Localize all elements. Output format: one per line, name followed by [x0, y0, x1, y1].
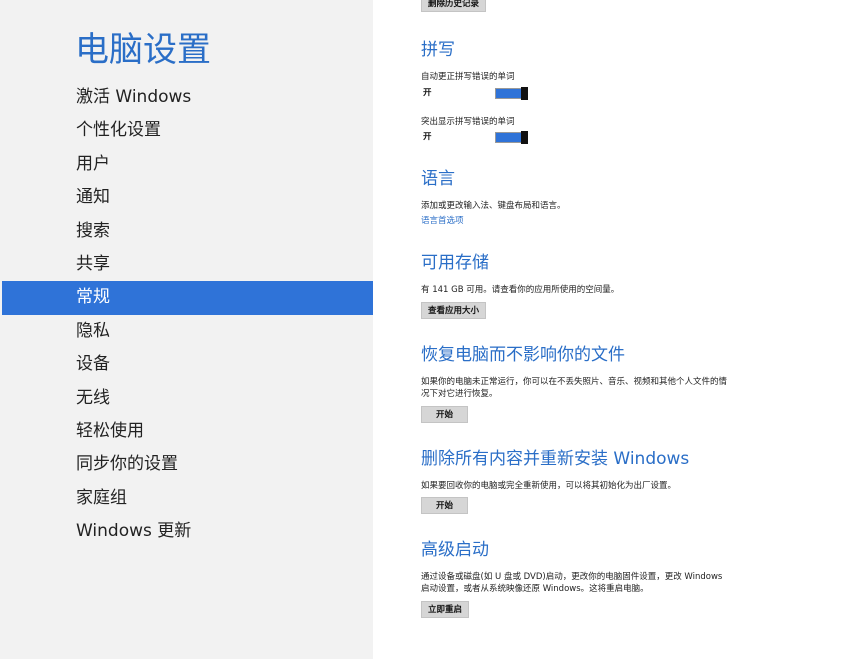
refresh-description-line2: 况下对它进行恢复。: [421, 389, 498, 399]
refresh-pc-heading: 恢复电脑而不影响你的文件: [421, 345, 625, 365]
autocorrect-label: 自动更正拼写错误的单词: [421, 72, 515, 82]
sidebar-item-homegroup[interactable]: 家庭组: [0, 482, 373, 515]
language-preferences-link[interactable]: 语言首选项: [421, 216, 464, 227]
toggle-knob: [521, 131, 528, 144]
language-description: 添加或更改输入法、键盘布局和语言。: [421, 201, 566, 211]
spelling-heading: 拼写: [421, 40, 455, 60]
page-title: 电脑设置: [75, 30, 211, 70]
autocorrect-state: 开: [423, 88, 432, 98]
storage-heading: 可用存储: [421, 253, 489, 273]
sidebar-item-sync-settings[interactable]: 同步你的设置: [0, 448, 373, 481]
advanced-description-line1: 通过设备或磁盘(如 U 盘或 DVD)启动，更改你的电脑固件设置，更改 Wind…: [421, 572, 723, 582]
highlight-misspelled-toggle[interactable]: [495, 131, 528, 144]
storage-description: 有 141 GB 可用。请查看你的应用所使用的空间量。: [421, 285, 620, 295]
highlight-misspelled-label: 突出显示拼写错误的单词: [421, 117, 515, 127]
reset-description: 如果要回收你的电脑或完全重新使用，可以将其初始化为出厂设置。: [421, 481, 677, 491]
sidebar-item-general[interactable]: 常规: [2, 281, 373, 315]
reset-start-button[interactable]: 开始: [421, 497, 468, 514]
sidebar: 电脑设置 激活 Windows 个性化设置 用户 通知 搜索 共享 常规 隐私 …: [0, 0, 373, 659]
view-app-sizes-button[interactable]: 查看应用大小: [421, 302, 487, 319]
sidebar-item-wireless[interactable]: 无线: [0, 382, 373, 415]
language-heading: 语言: [421, 169, 455, 189]
advanced-description-line2: 启动设置，或者从系统映像还原 Windows。这将重启电脑。: [421, 584, 649, 594]
sidebar-item-privacy[interactable]: 隐私: [0, 315, 373, 348]
sidebar-item-devices[interactable]: 设备: [0, 348, 373, 381]
advanced-startup-heading: 高级启动: [421, 540, 489, 560]
autocorrect-toggle[interactable]: [495, 87, 528, 100]
restart-now-button[interactable]: 立即重启: [421, 601, 470, 618]
sidebar-item-users[interactable]: 用户: [0, 148, 373, 181]
sidebar-item-windows-update[interactable]: Windows 更新: [0, 515, 373, 548]
main-content: 删除历史记录 拼写 自动更正拼写错误的单词 开 突出显示拼写错误的单词 开 语言…: [373, 0, 863, 659]
sidebar-item-notifications[interactable]: 通知: [0, 181, 373, 214]
highlight-misspelled-state: 开: [423, 132, 432, 142]
delete-history-button[interactable]: 删除历史记录: [421, 0, 487, 12]
sidebar-item-ease-of-access[interactable]: 轻松使用: [0, 415, 373, 448]
sidebar-item-search[interactable]: 搜索: [0, 215, 373, 248]
sidebar-item-personalize[interactable]: 个性化设置: [0, 114, 373, 147]
reset-pc-heading: 删除所有内容并重新安装 Windows: [421, 449, 690, 469]
sidebar-item-activate-windows[interactable]: 激活 Windows: [0, 81, 373, 114]
sidebar-item-share[interactable]: 共享: [0, 248, 373, 281]
sidebar-nav: 激活 Windows 个性化设置 用户 通知 搜索 共享 常规 隐私 设备 无线…: [0, 81, 373, 548]
toggle-knob: [521, 87, 528, 100]
pc-settings-window: 电脑设置 激活 Windows 个性化设置 用户 通知 搜索 共享 常规 隐私 …: [0, 0, 863, 659]
refresh-start-button[interactable]: 开始: [421, 406, 468, 423]
refresh-description-line1: 如果你的电脑未正常运行，你可以在不丢失照片、音乐、视频和其他个人文件的情: [421, 377, 728, 387]
